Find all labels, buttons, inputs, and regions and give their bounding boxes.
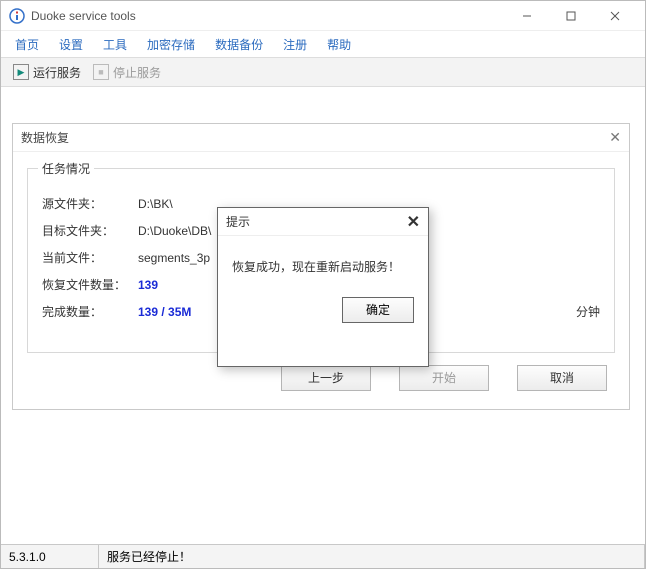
stop-service-button[interactable]: ■停止服务 xyxy=(87,62,167,83)
menu-tools[interactable]: 工具 xyxy=(93,32,137,57)
message-box: 提示 ✕ 恢复成功，现在重新启动服务！ 确定 xyxy=(217,207,429,367)
run-service-label: 运行服务 xyxy=(33,64,81,81)
minimize-button[interactable] xyxy=(505,2,549,30)
done-label: 完成数量： xyxy=(42,303,138,320)
close-button[interactable] xyxy=(593,2,637,30)
ok-button[interactable]: 确定 xyxy=(342,297,414,323)
dialog-close-icon[interactable]: ✕ xyxy=(609,129,621,146)
dialog-titlebar: 数据恢复 ✕ xyxy=(13,124,629,152)
msgbox-actions: 确定 xyxy=(218,297,428,337)
cancel-button[interactable]: 取消 xyxy=(517,365,607,391)
current-value: segments_3p xyxy=(138,251,210,265)
run-service-button[interactable]: ▶运行服务 xyxy=(7,62,87,83)
titlebar: Duoke service tools xyxy=(1,1,645,31)
stop-service-label: 停止服务 xyxy=(113,64,161,81)
msgbox-close-icon[interactable]: ✕ xyxy=(407,212,420,232)
done-tail: 分钟 xyxy=(576,303,600,320)
menubar: 首页 设置 工具 加密存储 数据备份 注册 帮助 xyxy=(1,31,645,57)
prev-button[interactable]: 上一步 xyxy=(281,365,371,391)
dialog-title: 数据恢复 xyxy=(21,129,69,146)
current-label: 当前文件： xyxy=(42,249,138,266)
target-value: D:\Duoke\DB\ xyxy=(138,224,211,238)
count-label: 恢复文件数量： xyxy=(42,276,138,293)
app-title: Duoke service tools xyxy=(31,9,505,23)
msgbox-body: 恢复成功，现在重新启动服务！ xyxy=(218,236,428,297)
stop-icon: ■ xyxy=(93,64,109,80)
dialog-buttons: 上一步 开始 取消 xyxy=(13,365,629,409)
menu-home[interactable]: 首页 xyxy=(5,32,49,57)
msgbox-titlebar: 提示 ✕ xyxy=(218,208,428,236)
start-button[interactable]: 开始 xyxy=(399,365,489,391)
target-label: 目标文件夹： xyxy=(42,222,138,239)
msgbox-title: 提示 xyxy=(226,213,250,230)
source-value: D:\BK\ xyxy=(138,197,173,211)
toolbar: ▶运行服务 ■停止服务 xyxy=(1,57,645,87)
group-legend: 任务情况 xyxy=(38,160,94,177)
count-value: 139 xyxy=(138,278,158,292)
menu-settings[interactable]: 设置 xyxy=(49,32,93,57)
app-icon xyxy=(9,8,25,24)
maximize-button[interactable] xyxy=(549,2,593,30)
play-icon: ▶ xyxy=(13,64,29,80)
menu-backup[interactable]: 数据备份 xyxy=(205,32,273,57)
status-version: 5.3.1.0 xyxy=(1,545,99,568)
status-message: 服务已经停止！ xyxy=(99,545,645,568)
done-value: 139 / 35M xyxy=(138,305,191,319)
statusbar: 5.3.1.0 服务已经停止！ xyxy=(1,544,645,568)
source-label: 源文件夹： xyxy=(42,195,138,212)
menu-help[interactable]: 帮助 xyxy=(317,32,361,57)
menu-register[interactable]: 注册 xyxy=(273,32,317,57)
menu-encrypt[interactable]: 加密存储 xyxy=(137,32,205,57)
